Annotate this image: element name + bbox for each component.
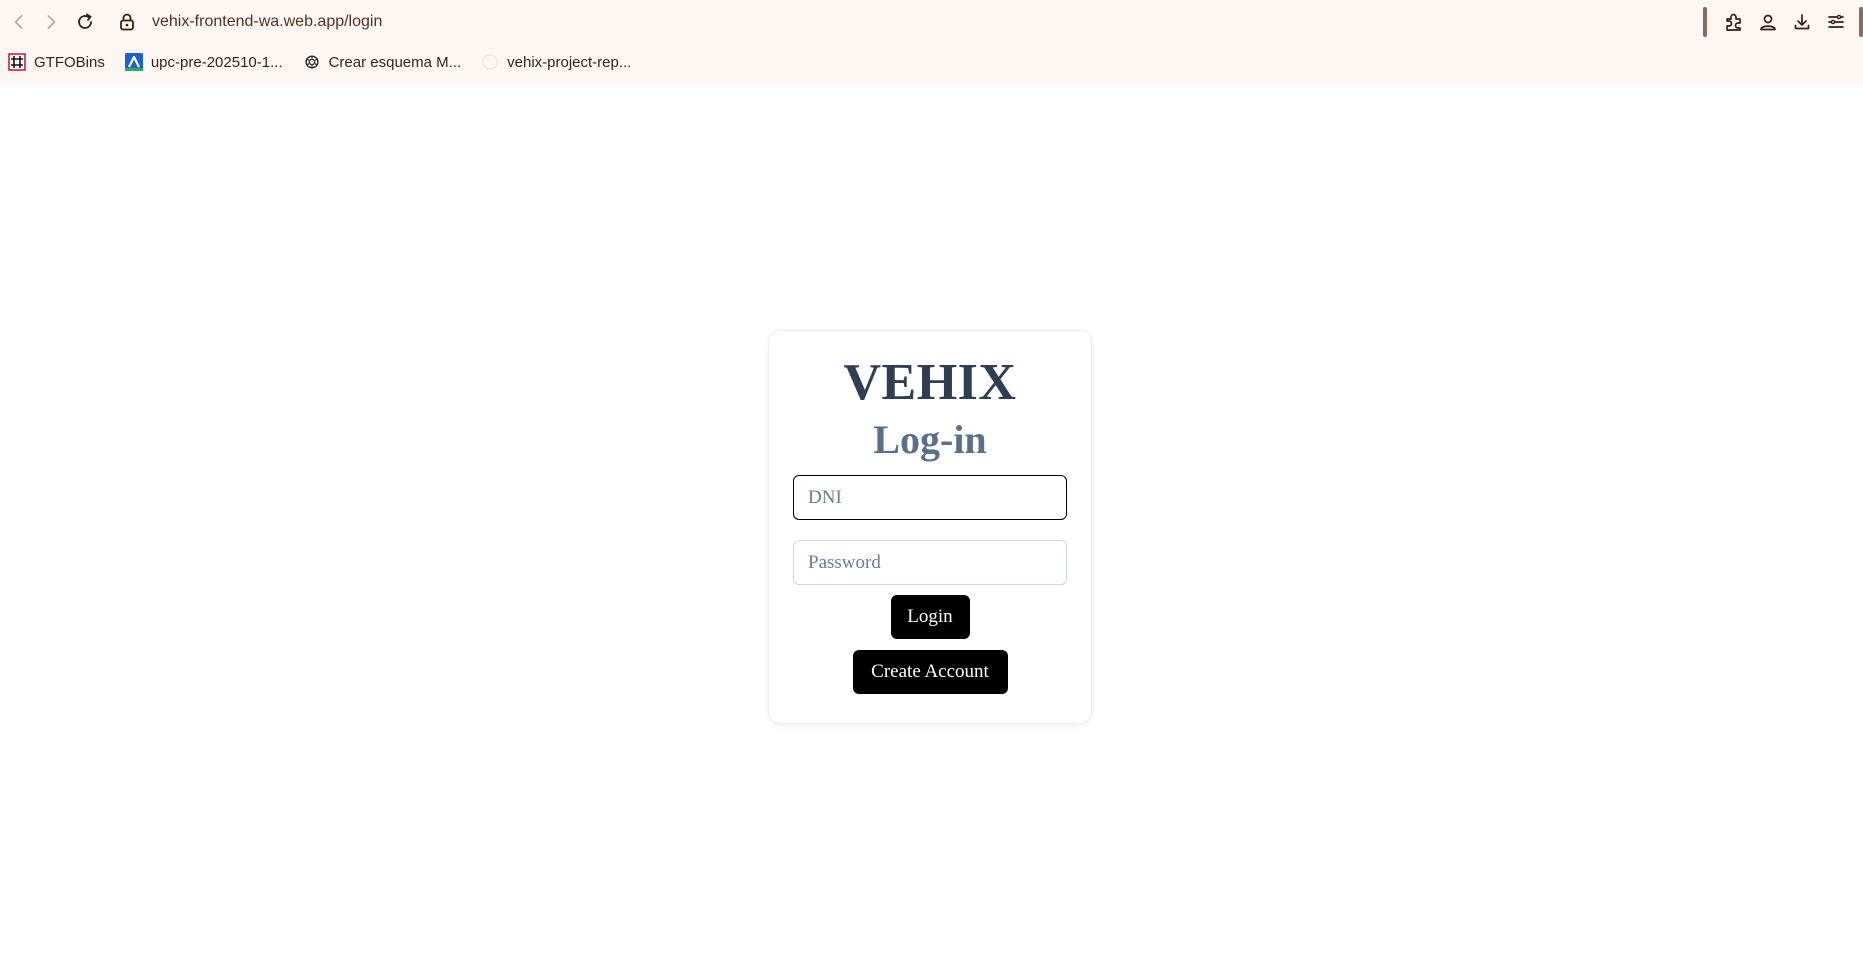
bookmarks-bar: GTFOBins upc-pre-202510-1... Crear esque… bbox=[0, 48, 651, 76]
login-button[interactable]: Login bbox=[890, 595, 970, 639]
page-content: VEHIX Log-in Login Create Account bbox=[0, 86, 1863, 962]
account-icon bbox=[1760, 14, 1776, 31]
browser-chrome: vehix-frontend-wa.web.app/login GTFOBins… bbox=[0, 0, 1863, 86]
extensions-button[interactable] bbox=[1717, 8, 1751, 36]
download-icon bbox=[1794, 14, 1810, 30]
login-heading: Log-in bbox=[873, 417, 987, 462]
openai-favicon bbox=[303, 53, 321, 71]
address-bar[interactable]: vehix-frontend-wa.web.app/login bbox=[118, 8, 382, 36]
password-input[interactable] bbox=[793, 540, 1067, 585]
lock-icon bbox=[120, 13, 134, 31]
reload-icon bbox=[78, 13, 92, 29]
bookmark-label: GTFOBins bbox=[34, 53, 105, 71]
bookmark-gtfobins[interactable]: GTFOBins bbox=[8, 53, 105, 71]
url-text: vehix-frontend-wa.web.app/login bbox=[152, 13, 383, 30]
forward-icon bbox=[47, 15, 56, 29]
gtfobins-favicon bbox=[8, 53, 26, 71]
upc-favicon bbox=[124, 53, 143, 71]
reload-button[interactable] bbox=[74, 11, 96, 33]
browser-tools bbox=[1703, 7, 1863, 37]
account-button[interactable] bbox=[1751, 8, 1785, 36]
create-account-button[interactable]: Create Account bbox=[852, 650, 1008, 694]
github-favicon bbox=[481, 53, 499, 71]
dni-input[interactable] bbox=[793, 475, 1067, 520]
extensions-icon bbox=[1726, 13, 1741, 31]
back-button[interactable] bbox=[8, 11, 30, 33]
bookmark-label: upc-pre-202510-1... bbox=[150, 53, 283, 71]
browser-toolbar: vehix-frontend-wa.web.app/login bbox=[0, 0, 1863, 44]
bookmark-crear-esquema[interactable]: Crear esquema M... bbox=[303, 53, 462, 71]
bookmark-vehix-project[interactable]: vehix-project-rep... bbox=[481, 53, 631, 71]
bookmark-upc[interactable]: upc-pre-202510-1... bbox=[124, 53, 283, 71]
brand-title: VEHIX bbox=[843, 354, 1017, 411]
back-icon bbox=[14, 15, 23, 29]
sidebar-edge[interactable] bbox=[1859, 7, 1863, 37]
menu-icon bbox=[1828, 14, 1844, 28]
bookmark-label: Crear esquema M... bbox=[328, 53, 462, 71]
bookmark-label: vehix-project-rep... bbox=[507, 53, 632, 71]
downloads-button[interactable] bbox=[1785, 8, 1819, 36]
menu-button[interactable] bbox=[1819, 8, 1853, 36]
toolbar-divider bbox=[1703, 7, 1707, 37]
forward-button[interactable] bbox=[40, 11, 62, 33]
login-card: VEHIX Log-in Login Create Account bbox=[768, 330, 1092, 724]
